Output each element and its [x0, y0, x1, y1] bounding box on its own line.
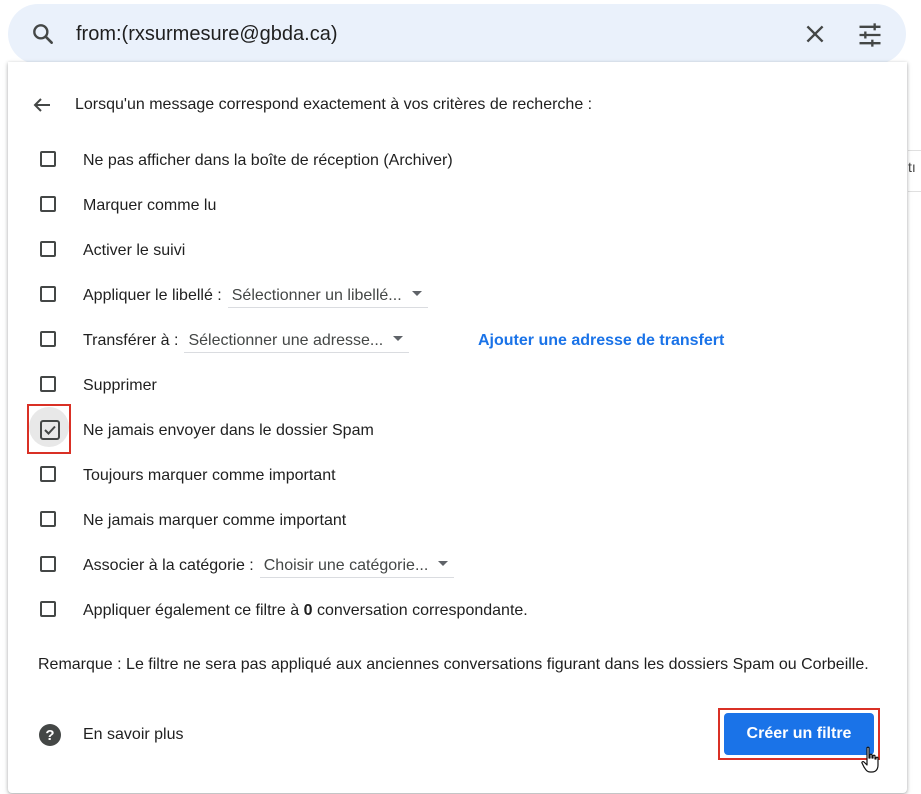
option-star-label: Activer le suivi	[83, 242, 186, 259]
dropdown-caret-icon	[438, 561, 449, 567]
option-forward-wrap: Transférer à : Sélectionner une adresse..…	[83, 330, 410, 353]
option-always-important-label: Toujours marquer comme important	[83, 467, 336, 484]
option-apply-label-wrap: Appliquer le libellé : Sélectionner un li…	[83, 285, 428, 308]
hand-cursor-icon	[861, 746, 879, 773]
search-icon[interactable]	[30, 21, 56, 47]
svg-text:?: ?	[45, 727, 54, 744]
option-never-spam-label: Ne jamais envoyer dans le dossier Spam	[83, 422, 374, 439]
checkbox-icon[interactable]	[40, 196, 56, 212]
forward-select-value: Sélectionner une adresse...	[188, 332, 384, 349]
option-never-important-label: Ne jamais marquer comme important	[83, 512, 347, 529]
search-input[interactable]: from:(rxsurmesure@gbda.ca)	[76, 21, 337, 47]
apply-existing-text-before: Appliquer également ce filtre à	[83, 602, 300, 619]
option-archive-label: Ne pas afficher dans la boîte de récepti…	[83, 152, 453, 169]
create-filter-button[interactable]: Créer un filtre	[724, 713, 874, 755]
dropdown-caret-icon	[393, 336, 404, 342]
checkbox-icon[interactable]	[40, 376, 56, 392]
forward-address-select[interactable]: Sélectionner une adresse...	[184, 330, 410, 353]
option-apply-label-text: Appliquer le libellé :	[83, 287, 222, 304]
learn-more-link[interactable]: En savoir plus	[83, 724, 184, 746]
search-bar[interactable]: from:(rxsurmesure@gbda.ca)	[8, 4, 906, 64]
category-select-value: Choisir une catégorie...	[263, 557, 429, 574]
matching-conversation-count: 0	[303, 602, 313, 619]
category-select[interactable]: Choisir une catégorie...	[259, 555, 455, 578]
background-table-fragment: tı	[908, 150, 921, 192]
option-category-text: Associer à la catégorie :	[83, 557, 254, 574]
checkbox-icon[interactable]	[40, 511, 56, 527]
checkbox-icon[interactable]	[40, 466, 56, 482]
panel-header-text: Lorsqu'un message correspond exactement …	[75, 96, 593, 113]
filter-note: Remarque : Le filtre ne sera pas appliqu…	[38, 656, 869, 673]
back-arrow-icon[interactable]	[30, 93, 54, 117]
checkbox-icon[interactable]	[40, 601, 56, 617]
option-mark-read-label: Marquer comme lu	[83, 197, 217, 214]
close-icon[interactable]	[802, 21, 828, 47]
option-forward-text: Transférer à :	[83, 332, 179, 349]
option-delete-label: Supprimer	[83, 377, 157, 394]
checkbox-icon[interactable]	[40, 286, 56, 302]
checkbox-highlight-frame	[27, 404, 71, 454]
tune-icon[interactable]	[856, 21, 884, 49]
label-select[interactable]: Sélectionner un libellé...	[227, 285, 428, 308]
checkbox-icon[interactable]	[40, 331, 56, 347]
dropdown-caret-icon	[411, 291, 422, 297]
apply-existing-text-after: conversation correspondante.	[316, 602, 528, 619]
option-category-wrap: Associer à la catégorie : Choisir une cat…	[83, 555, 455, 578]
label-select-value: Sélectionner un libellé...	[231, 287, 402, 304]
add-forward-address-link[interactable]: Ajouter une adresse de transfert	[478, 330, 724, 352]
checkbox-icon[interactable]	[40, 556, 56, 572]
checkbox-icon[interactable]	[40, 241, 56, 257]
option-apply-existing-wrap: Appliquer également ce filtre à 0 conver…	[83, 600, 528, 622]
help-icon[interactable]: ?	[38, 723, 62, 747]
checkbox-icon[interactable]	[40, 151, 56, 167]
